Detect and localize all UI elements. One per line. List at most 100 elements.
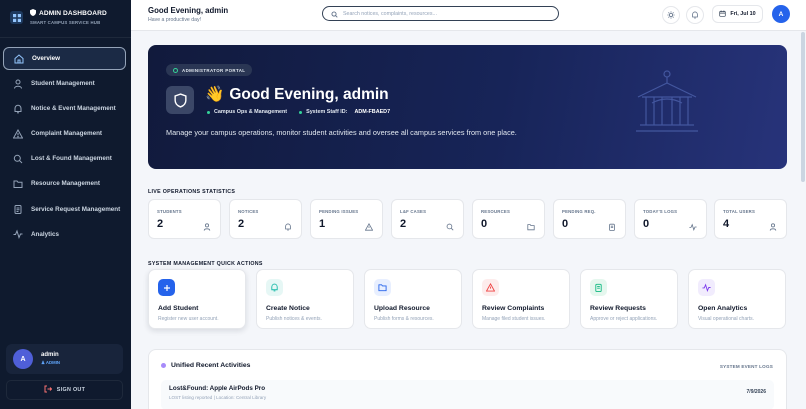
bell-icon <box>283 222 292 231</box>
grid-icon <box>10 11 23 24</box>
calendar-icon <box>719 10 727 19</box>
stat-label: NOTICES <box>238 209 259 214</box>
shield-icon <box>30 9 36 18</box>
stat-label: L&F CASES <box>400 209 427 214</box>
add-student-button[interactable]: Add Student Register new user account. <box>148 269 246 329</box>
hero-meta-staff-id: ADM-FBAED7 <box>354 109 391 115</box>
greeting: Good Evening, admin Have a productive da… <box>148 6 228 23</box>
meta-dot-icon <box>299 110 303 114</box>
sidebar-item-notice-event-management[interactable]: Notice & Event Management <box>3 97 126 120</box>
sidebar-item-analytics[interactable]: Analytics <box>3 223 126 246</box>
meta-dot-icon <box>207 110 210 114</box>
folder-icon <box>526 222 535 231</box>
date-label: Fri, Jul 10 <box>730 11 756 17</box>
user-card[interactable]: A admin ♟ ADMIN <box>6 344 123 374</box>
system-event-logs-link[interactable]: SYSTEM EVENT LOGS <box>720 364 773 369</box>
person-icon: ♟ <box>41 360 45 365</box>
wave-icon: 👋 <box>205 86 225 103</box>
bell-icon <box>266 279 283 296</box>
activity-subtitle: LOST listing reported | Location: Centra… <box>169 395 267 400</box>
activity-date: 7/9/2026 <box>746 389 766 395</box>
stat-card-pending-requests[interactable]: PENDING REQ. 0 <box>553 199 626 239</box>
stats-section-label: LIVE OPERATIONS STATISTICS <box>148 189 236 195</box>
sidebar-item-label: Lost & Found Management <box>31 155 112 163</box>
create-notice-button[interactable]: Create Notice Publish notices & events. <box>256 269 354 329</box>
dot-icon <box>161 363 166 368</box>
sun-icon <box>667 6 675 24</box>
review-requests-button[interactable]: Review Requests Approve or reject applic… <box>580 269 678 329</box>
open-analytics-button[interactable]: Open Analytics Visual operational charts… <box>688 269 786 329</box>
user-icon <box>202 222 211 231</box>
activity-icon <box>688 222 697 231</box>
stat-card-lf-cases[interactable]: L&F CASES 2 <box>391 199 464 239</box>
stat-value: 4 <box>723 218 730 230</box>
sidebar: ADMIN DASHBOARD SMART CAMPUS SERVICE HUB… <box>0 0 131 409</box>
bell-icon <box>691 6 699 24</box>
action-title: Upload Resource <box>374 305 430 312</box>
review-complaints-button[interactable]: Review Complaints Manage filed student i… <box>472 269 570 329</box>
action-subtitle: Publish forms & resources. <box>374 316 434 322</box>
avatar: A <box>13 349 33 369</box>
recent-activities-panel: Unified Recent Activities SYSTEM EVENT L… <box>148 349 787 409</box>
action-title: Create Notice <box>266 305 310 312</box>
user-role: ADMIN <box>45 360 60 365</box>
brand-subtitle: SMART CAMPUS SERVICE HUB <box>30 20 101 25</box>
action-subtitle: Approve or reject applications. <box>590 316 658 322</box>
search-icon <box>331 5 338 23</box>
stat-card-total-users[interactable]: TOTAL USERS 4 <box>714 199 787 239</box>
stat-label: STUDENTS <box>157 209 182 214</box>
clipboard-icon <box>607 222 616 231</box>
header-avatar[interactable]: A <box>772 5 790 23</box>
date-display: Fri, Jul 10 <box>712 5 763 23</box>
signout-label: SIGN OUT <box>56 387 86 393</box>
stat-card-todays-logs[interactable]: TODAY'S LOGS 0 <box>634 199 707 239</box>
stat-value: 0 <box>562 218 569 230</box>
clipboard-icon <box>590 279 607 296</box>
folder-icon <box>374 279 391 296</box>
sidebar-item-lost-found-management[interactable]: Lost & Found Management <box>3 147 126 170</box>
logout-icon <box>44 385 52 395</box>
stat-value: 0 <box>481 218 488 230</box>
sidebar-item-service-request-management[interactable]: Service Request Management <box>3 198 126 221</box>
user-icon <box>768 222 777 231</box>
sidebar-item-label: Service Request Management <box>31 205 121 213</box>
clipboard-icon <box>12 204 23 215</box>
search-input[interactable]: Search notices, complaints, resources... <box>322 6 559 21</box>
upload-resource-button[interactable]: Upload Resource Publish forms & resource… <box>364 269 462 329</box>
user-name: admin <box>41 352 59 358</box>
search-icon <box>445 222 454 231</box>
hero-description: Manage your campus operations, monitor s… <box>166 128 517 137</box>
shield-icon <box>166 86 194 114</box>
stat-label: PENDING ISSUES <box>319 209 359 214</box>
sidebar-item-complaint-management[interactable]: Complaint Management <box>3 122 126 145</box>
stat-card-resources[interactable]: RESOURCES 0 <box>472 199 545 239</box>
stat-value: 0 <box>643 218 650 230</box>
notifications-button[interactable] <box>686 6 704 24</box>
sidebar-item-overview[interactable]: Overview <box>3 47 126 70</box>
sidebar-item-resource-management[interactable]: Resource Management <box>3 172 126 195</box>
status-dot-icon <box>173 67 178 73</box>
header-subtitle: Have a productive day! <box>148 17 202 23</box>
sidebar-item-label: Overview <box>32 55 61 62</box>
theme-toggle-button[interactable] <box>662 6 680 24</box>
action-subtitle: Publish notices & events. <box>266 316 322 322</box>
sidebar-nav: Overview Student Management Notice & Eve… <box>3 47 126 248</box>
search-icon <box>12 153 23 164</box>
top-header: Good Evening, admin Have a productive da… <box>131 0 806 31</box>
list-item[interactable]: Lost&Found: Apple AirPods Pro LOST listi… <box>161 380 774 409</box>
warning-icon <box>364 222 373 231</box>
action-subtitle: Visual operational charts. <box>698 316 755 322</box>
plus-icon <box>158 279 175 296</box>
stat-card-students[interactable]: STUDENTS 2 <box>148 199 221 239</box>
sidebar-item-student-management[interactable]: Student Management <box>3 72 126 95</box>
action-title: Review Complaints <box>482 305 545 312</box>
stat-card-pending-issues[interactable]: PENDING ISSUES 1 <box>310 199 383 239</box>
stat-card-notices[interactable]: NOTICES 2 <box>229 199 302 239</box>
signout-button[interactable]: SIGN OUT <box>6 380 123 400</box>
sidebar-item-label: Student Management <box>31 80 95 88</box>
campus-building-icon <box>632 67 702 142</box>
activity-icon <box>12 229 23 240</box>
stat-label: TODAY'S LOGS <box>643 209 678 214</box>
scrollbar[interactable] <box>801 32 805 182</box>
action-title: Open Analytics <box>698 305 748 312</box>
